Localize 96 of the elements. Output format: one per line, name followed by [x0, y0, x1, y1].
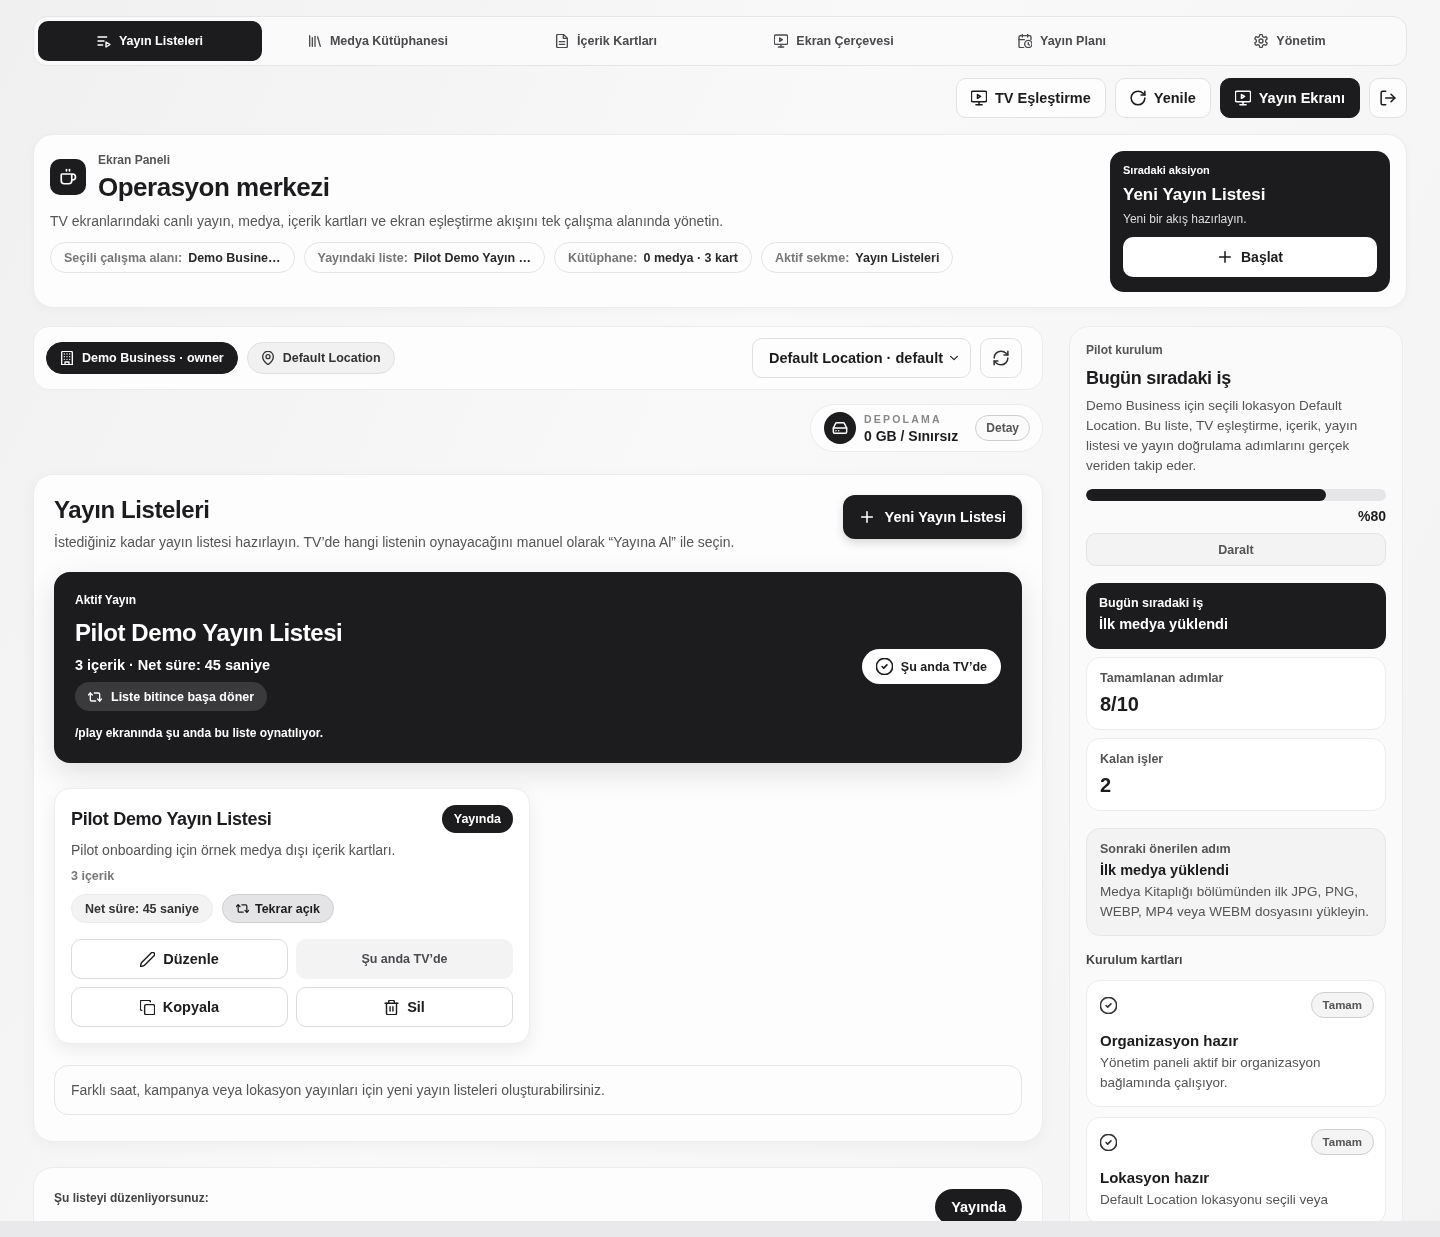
- logout-icon: [1380, 90, 1396, 106]
- section-description: İstediğiniz kadar yayın listesi hazırlayın. TV’de hangi listenin oynayacağını manuel olarak “Yayına Al” ile seçin.: [54, 534, 735, 550]
- stat-label: Kalan işler: [1100, 752, 1165, 766]
- toolbar-button[interactable]: Yenile: [1114, 78, 1211, 118]
- setup-title: Lokasyon hazır: [1100, 1169, 1211, 1186]
- trash-icon: [384, 999, 400, 1015]
- location-badge: Default Location: [246, 342, 395, 374]
- logout-button[interactable]: [1369, 78, 1407, 118]
- pencil-icon: [140, 951, 156, 967]
- setup-description: Yönetim paneli aktif bir organizasyon bağlamında çalışıyor.: [1100, 1054, 1322, 1092]
- monitor-icon: [774, 34, 789, 48]
- info-note: Farklı saat, kampanya veya lokasyon yayınları için yeni yayın listeleri oluşturabilirsiniz.: [54, 1065, 1022, 1115]
- chip-value: 0 medya · 3 kart: [643, 250, 738, 265]
- storage-value: 0 GB / Sınırsız: [864, 427, 959, 444]
- status-badge: Tamam: [1310, 1129, 1374, 1155]
- playlist-title: Pilot Demo Yayın Listesi: [71, 808, 272, 830]
- building-icon: [60, 351, 74, 365]
- plus-icon: [1217, 248, 1233, 265]
- stat-label: Tamamlanan adımlar: [1100, 671, 1225, 685]
- setup-title: Organizasyon hazır: [1100, 1032, 1240, 1049]
- detail-button[interactable]: Detay: [975, 415, 1030, 441]
- active-meta: 3 içerik · Net süre: 45 saniye: [75, 657, 272, 673]
- sidebar-title: Bugün sıradaki iş: [1086, 368, 1232, 389]
- chip-value: Pilot Demo Yayın …: [413, 250, 531, 265]
- repeat-icon: [235, 902, 249, 915]
- nav-tab[interactable]: Yayın Listeleri: [38, 21, 262, 61]
- repeat-chip: Tekrar açık: [221, 894, 335, 923]
- page-title: Operasyon merkezi: [98, 171, 330, 203]
- toolbar-button[interactable]: TV Eşleştirme: [955, 78, 1106, 118]
- books-icon: [307, 34, 322, 48]
- chip-label: Aktif sekme:: [774, 250, 850, 265]
- sidebar-eyebrow: Pilot kurulum: [1086, 343, 1164, 357]
- duration-chip: Net süre: 45 saniye: [71, 894, 213, 923]
- card-action-button[interactable]: Kopyala: [71, 987, 288, 1027]
- chip-label: Kütüphane:: [568, 250, 638, 265]
- chip-label: Seçili çalışma alanı:: [64, 250, 183, 265]
- start-button[interactable]: Başlat: [1123, 236, 1377, 277]
- loop-chip: Liste bitince başa döner: [75, 682, 268, 711]
- today-label: Bugün sıradaki iş: [1099, 596, 1205, 610]
- card-action-button[interactable]: Düzenle: [71, 939, 288, 979]
- setup-heading: Kurulum kartları: [1086, 953, 1184, 967]
- copy-icon: [139, 999, 155, 1015]
- settings-icon: [1254, 34, 1269, 48]
- repeat-icon: [88, 689, 102, 704]
- item-count: 3 içerik: [71, 869, 116, 883]
- suggestion-title: İlk medya yüklendi: [1100, 862, 1230, 878]
- monitor-icon: [1234, 90, 1251, 106]
- chip-value: Yayın Listeleri: [855, 250, 940, 265]
- next-action-eyebrow: Sıradaki aksiyon: [1123, 163, 1211, 176]
- nav-tab[interactable]: Medya Kütüphanesi: [266, 21, 490, 61]
- nav-tab[interactable]: Yönetim: [1178, 21, 1402, 61]
- on-tv-button[interactable]: Şu anda TV’de: [861, 649, 1001, 684]
- setup-description: Default Location lokasyonu seçili veya: [1100, 1191, 1330, 1209]
- section-title: Yayın Listeleri: [54, 495, 211, 525]
- sidebar-description: Demo Business için seçili lokasyon Default Location. Bu liste, TV eşleştirme, içerik, yayın listesi ve yayın doğrulama adımlarını gerçek veriden takip eder.: [1086, 397, 1359, 475]
- panel-eyebrow: Ekran Paneli: [98, 153, 172, 167]
- active-eyebrow: Aktif Yayın: [75, 593, 138, 607]
- document-icon: [555, 34, 570, 48]
- storage-label: DEPOLAMA: [864, 412, 943, 425]
- new-playlist-button[interactable]: Yeni Yayın Listesi: [842, 495, 1022, 539]
- live-badge: Yayında: [441, 805, 513, 833]
- progress-reading: %80: [1356, 508, 1386, 524]
- editor-eyebrow: Şu listeyi düzenliyorsunuz:: [54, 1191, 209, 1205]
- today-title: İlk medya yüklendi: [1099, 616, 1229, 632]
- suggestion-description: Medya Kitaplığı bölümünden ilk JPG, PNG, WEBP, MP4 veya WEBM dosyasını yükleyin.: [1100, 883, 1371, 921]
- sync-button[interactable]: [980, 338, 1022, 378]
- plus-icon: [858, 509, 875, 525]
- next-action-description: Yeni bir akış hazırlayın.: [1123, 211, 1248, 226]
- stat-value: 2: [1100, 774, 1113, 797]
- active-title: Pilot Demo Yayın Listesi: [75, 619, 343, 647]
- next-action-title: Yeni Yayın Listesi: [1123, 184, 1267, 205]
- toolbar-button[interactable]: Yayın Ekranı: [1219, 78, 1360, 118]
- page-description: TV ekranlarındaki canlı yayın, medya, içerik kartları ve ekran eşleştirme akışını tek çalışma alanında yönetin.: [50, 213, 725, 229]
- calendar-clock-icon: [1018, 34, 1032, 48]
- business-badge: Demo Business · owner: [46, 342, 238, 374]
- playlist-description: Pilot onboarding için örnek medya dışı içerik kartları.: [71, 842, 397, 858]
- live-badge: Yayında: [935, 1189, 1022, 1221]
- active-note: /play ekranında şu anda bu liste oynatılıyor.: [75, 726, 325, 740]
- list-icon: [96, 34, 111, 48]
- sync-icon: [993, 350, 1009, 366]
- chip-value: Demo Busine…: [188, 250, 281, 265]
- cup-icon: [50, 159, 86, 195]
- nav-tab[interactable]: İçerik Kartları: [494, 21, 718, 61]
- status-badge: Tamam: [1310, 992, 1374, 1018]
- location-select[interactable]: Default Location · default: [752, 338, 971, 378]
- location-pin-icon: [260, 351, 275, 365]
- chip-label: Yayındaki liste:: [317, 250, 408, 265]
- monitor-icon: [970, 90, 987, 106]
- card-action-button[interactable]: Sil: [296, 987, 513, 1027]
- nav-tab[interactable]: Ekran Çerçevesi: [722, 21, 946, 61]
- refresh-icon: [1129, 90, 1146, 106]
- drive-icon: [824, 412, 856, 444]
- stat-value: 8/10: [1100, 693, 1140, 716]
- collapse-button[interactable]: Daralt: [1086, 533, 1386, 566]
- suggestion-label: Sonraki önerilen adım: [1100, 842, 1232, 856]
- nav-tab[interactable]: Yayın Planı: [950, 21, 1174, 61]
